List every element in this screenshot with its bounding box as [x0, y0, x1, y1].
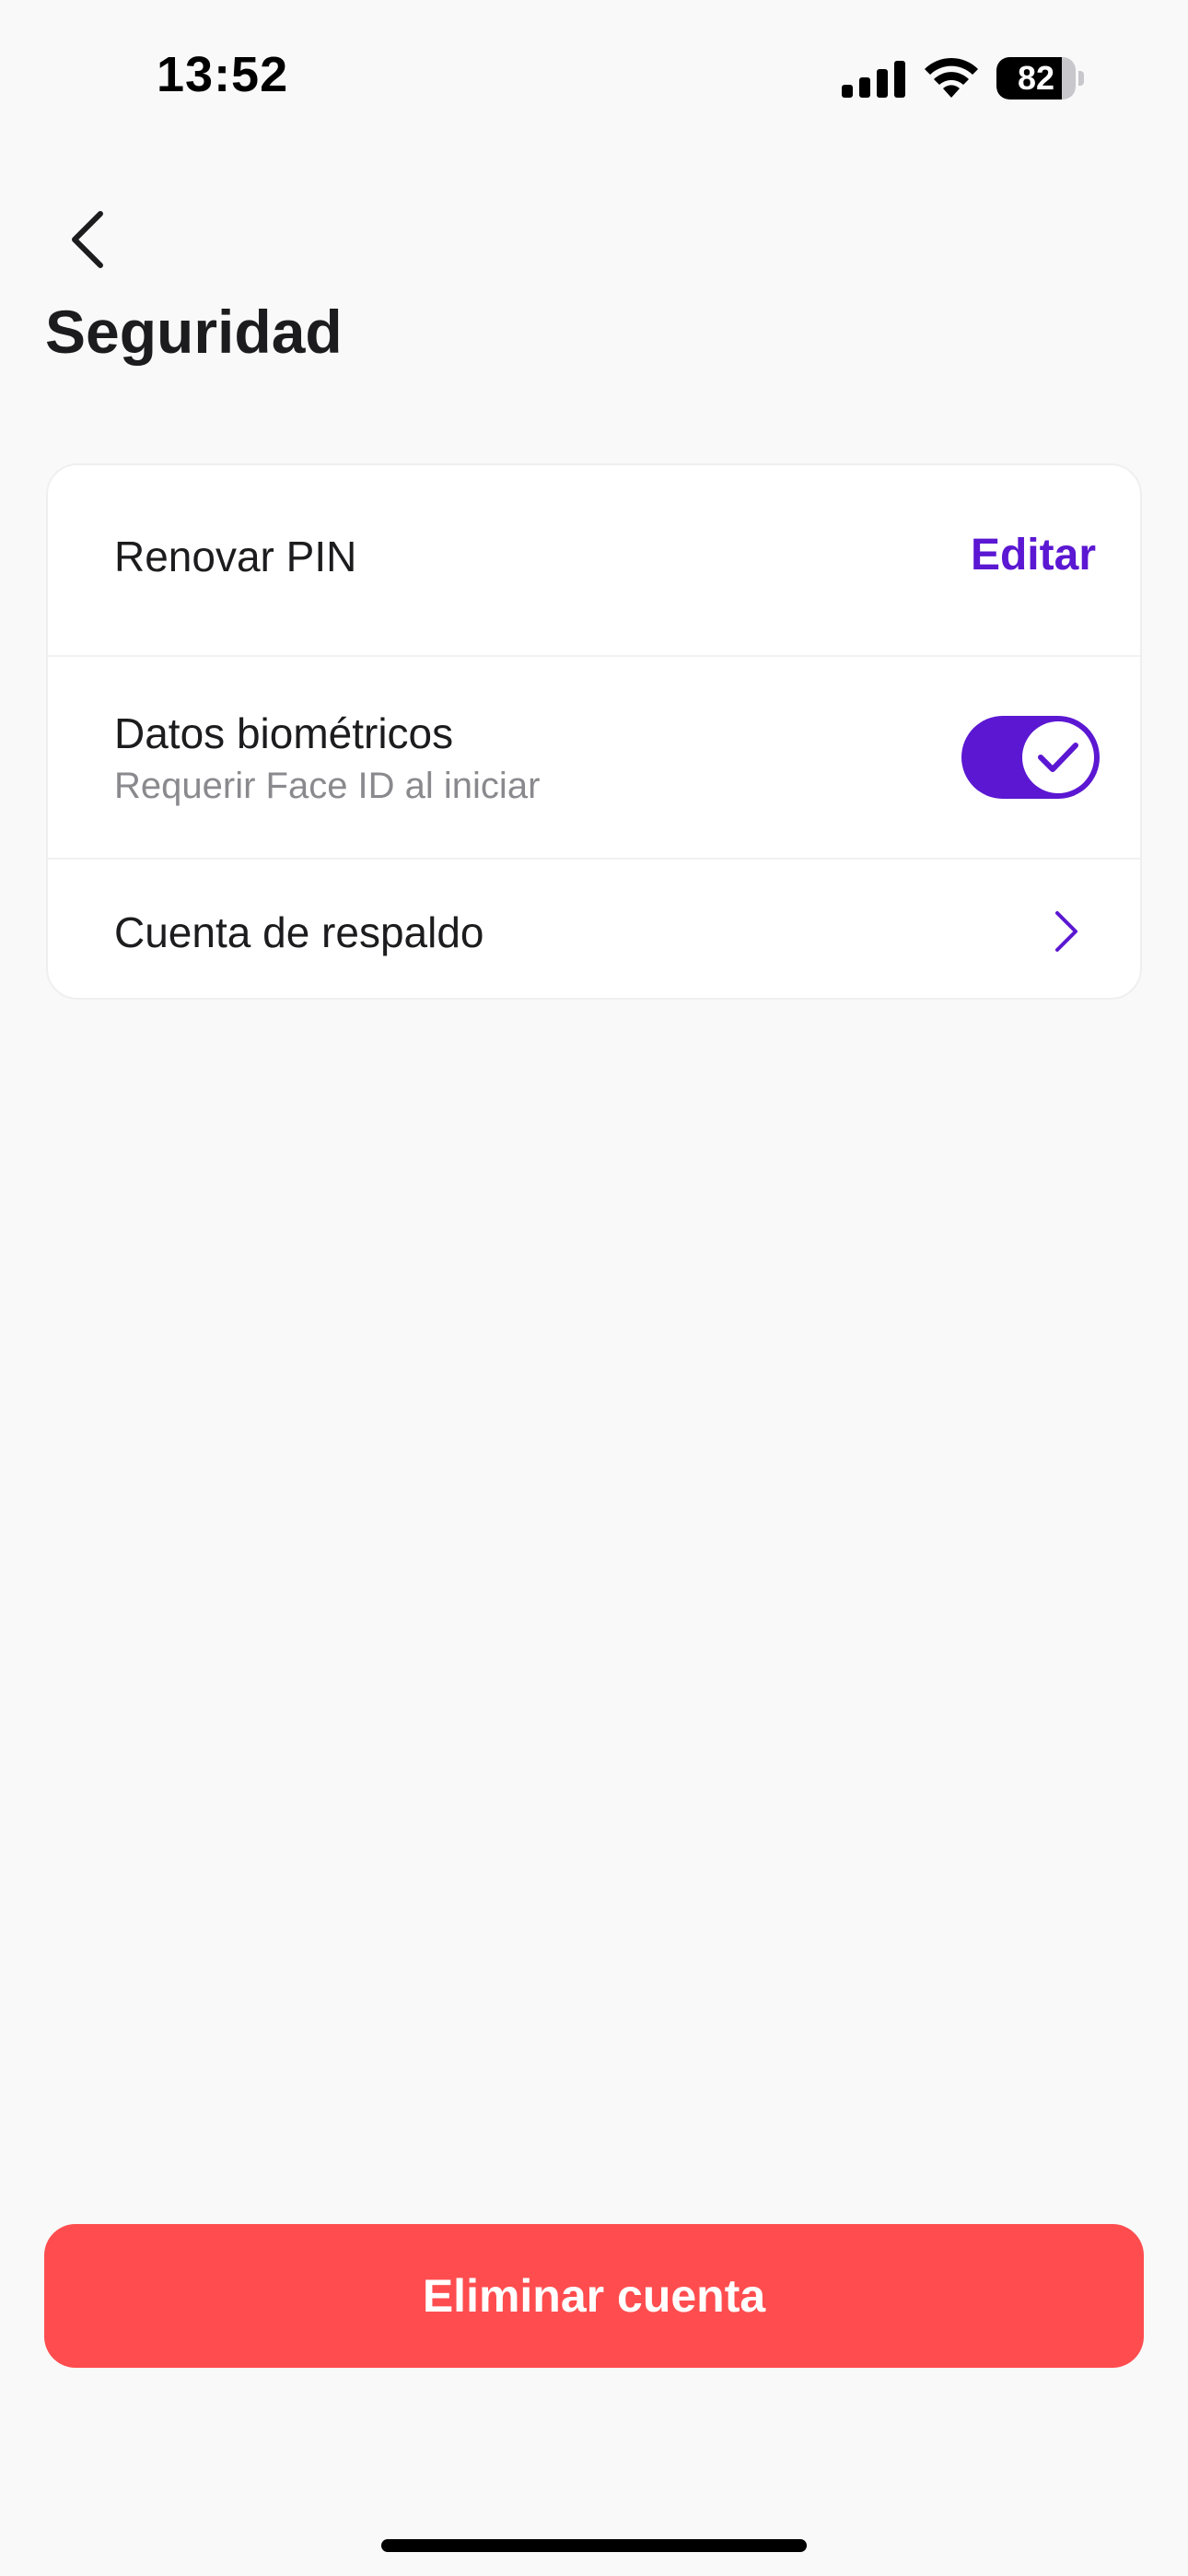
page-title: Seguridad — [45, 298, 343, 366]
renew-pin-row[interactable]: Renovar PIN Editar — [48, 465, 1140, 657]
security-settings-card: Renovar PIN Editar Datos biométricos Req… — [46, 463, 1142, 1000]
battery-indicator: 82 — [996, 57, 1085, 100]
status-time: 13:52 — [157, 47, 289, 102]
chevron-left-icon — [72, 211, 103, 268]
status-bar: 13:52 82 — [0, 0, 1188, 157]
battery-nub — [1078, 71, 1084, 86]
backup-account-row[interactable]: Cuenta de respaldo — [48, 860, 1140, 998]
biometrics-toggle[interactable] — [961, 716, 1100, 799]
back-button[interactable] — [55, 203, 120, 276]
biometrics-sublabel: Requerir Face ID al iniciar — [114, 766, 541, 806]
checkmark-icon — [1038, 743, 1078, 772]
edit-pin-button[interactable]: Editar — [971, 530, 1096, 580]
delete-account-button[interactable]: Eliminar cuenta — [44, 2224, 1144, 2368]
home-indicator — [381, 2539, 807, 2552]
battery-level: 82 — [1017, 59, 1055, 97]
renew-pin-label: Renovar PIN — [114, 533, 357, 580]
cellular-signal-icon — [842, 61, 905, 98]
biometrics-row: Datos biométricos Requerir Face ID al in… — [48, 657, 1140, 860]
backup-account-label: Cuenta de respaldo — [114, 908, 484, 956]
chevron-right-icon — [1048, 907, 1085, 955]
wifi-icon — [925, 57, 978, 98]
toggle-knob — [1022, 721, 1094, 793]
biometrics-label: Datos biométricos — [114, 709, 454, 757]
battery-icon: 82 — [996, 57, 1076, 100]
